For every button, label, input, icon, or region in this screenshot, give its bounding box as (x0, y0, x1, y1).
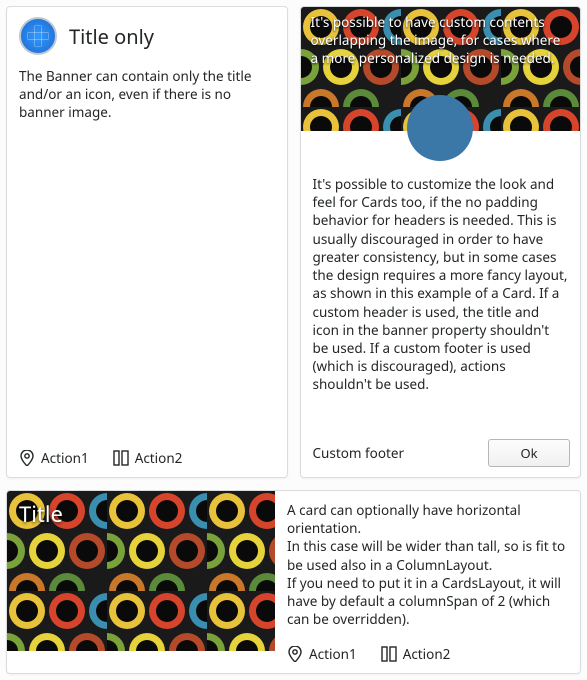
action2-label: Action2 (403, 645, 451, 663)
action1-label: Action1 (41, 449, 89, 467)
card-title-only: Title only The Banner can contain only t… (6, 6, 288, 478)
card-actions: Action1 Action2 (275, 637, 580, 673)
action1-button[interactable]: Action1 (287, 645, 357, 663)
card-body: A card can optionally have horizontal or… (275, 491, 580, 637)
card-title: Title (19, 499, 63, 529)
card-body: It's possible to customize the look and … (301, 161, 581, 433)
panels-icon (113, 450, 129, 466)
action2-button[interactable]: Action2 (113, 449, 183, 467)
footer-label: Custom footer (313, 444, 405, 462)
panels-icon (381, 646, 397, 662)
action2-label: Action2 (135, 449, 183, 467)
pin-icon (287, 646, 303, 662)
card-header: Title only (7, 7, 287, 63)
globe-icon (19, 17, 57, 55)
card-body: The Banner can contain only the title an… (7, 63, 287, 441)
card-actions: Action1 Action2 (7, 441, 287, 477)
card-horizontal: Title A card can optionally have horizon… (6, 490, 581, 674)
card-title: Title only (69, 23, 154, 50)
avatar-icon (407, 95, 473, 161)
card-custom-header: It's possible to have custom contents ov… (300, 6, 582, 478)
banner-image: Title (7, 491, 275, 651)
pin-icon (19, 450, 35, 466)
avatar-wrap (301, 131, 581, 161)
banner-overlay-text: It's possible to have custom contents ov… (311, 13, 571, 68)
ok-button[interactable]: Ok (488, 439, 570, 467)
action1-button[interactable]: Action1 (19, 449, 89, 467)
action1-label: Action1 (309, 645, 357, 663)
card-footer: Custom footer Ok (301, 433, 581, 477)
action2-button[interactable]: Action2 (381, 645, 451, 663)
